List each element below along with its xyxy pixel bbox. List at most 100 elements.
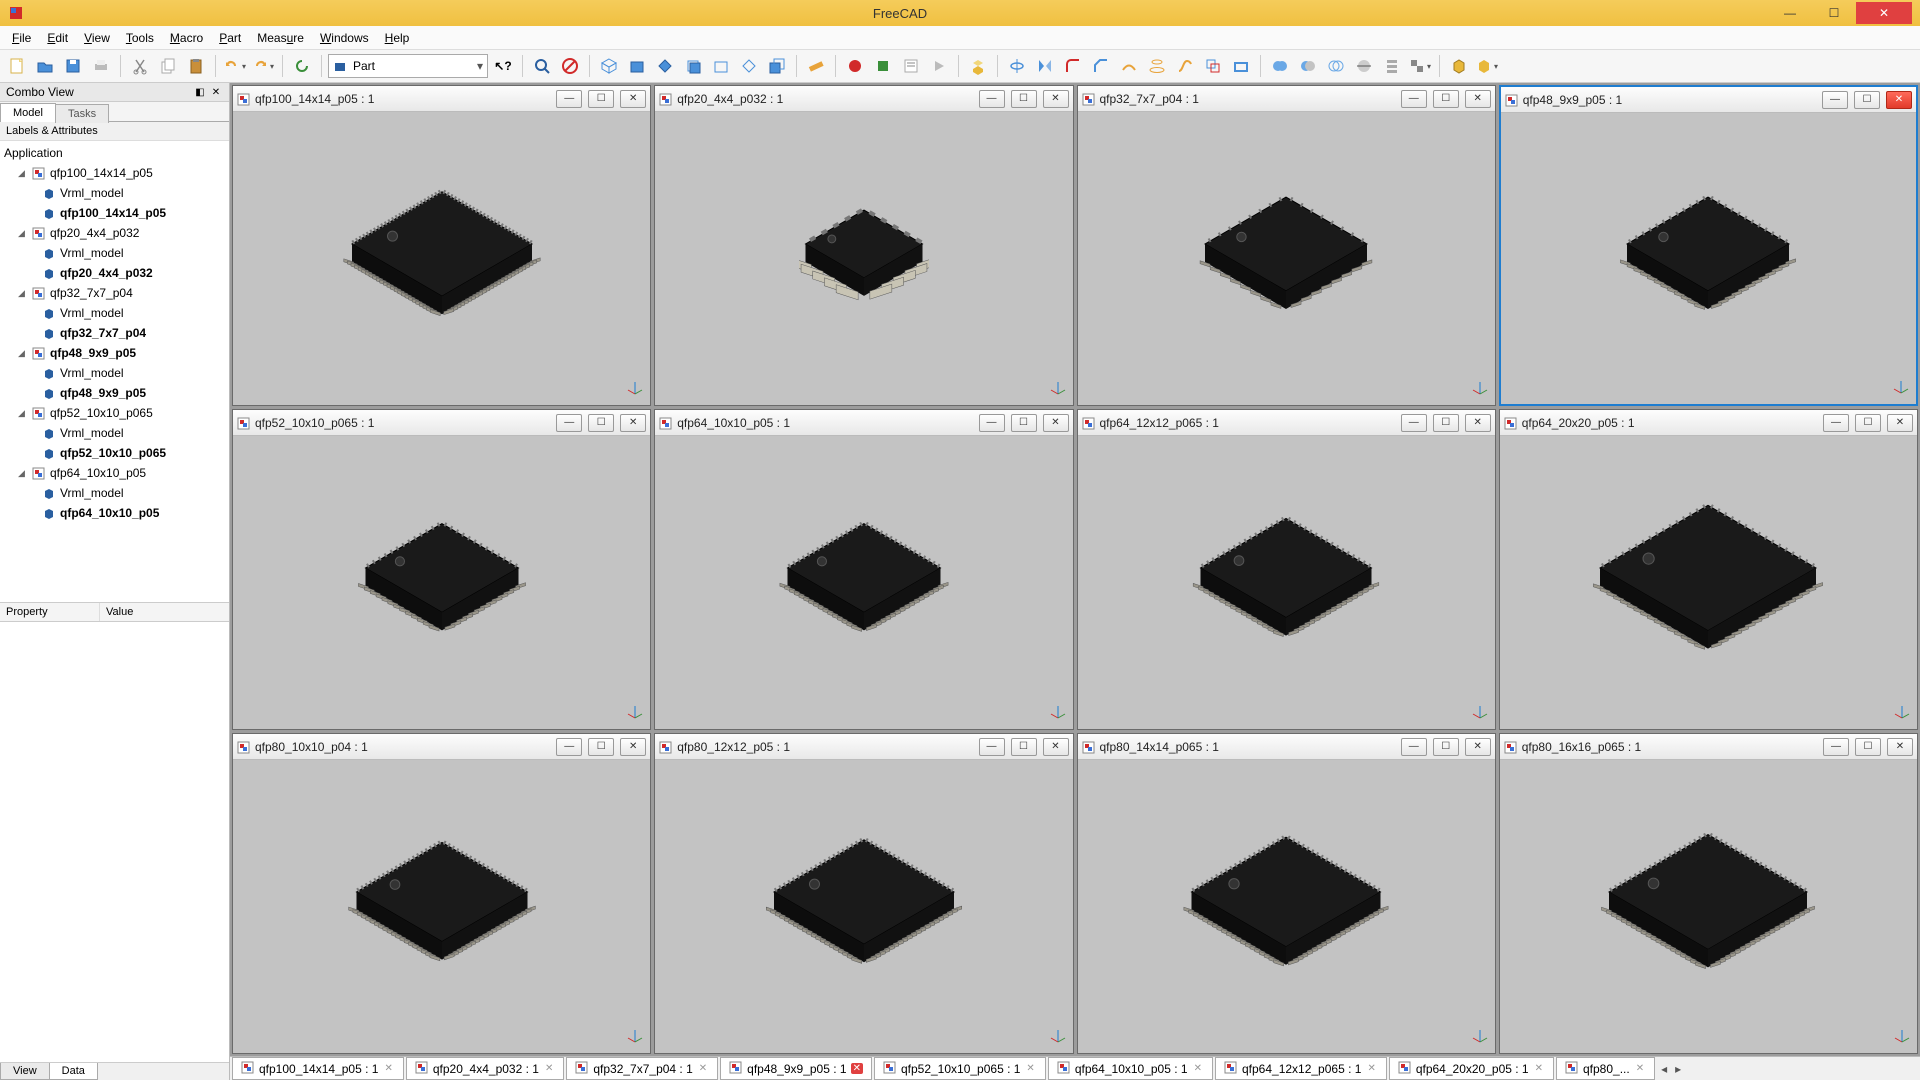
viewport-3d[interactable] [1500,760,1917,1053]
mdi-minimize-button[interactable]: — [1823,738,1849,756]
menu-measure[interactable]: Measure [249,29,312,47]
front-view-icon[interactable] [624,53,650,79]
offset-icon[interactable] [1200,53,1226,79]
mdi-titlebar[interactable]: qfp64_10x10_p05 : 1 — ☐ ✕ [655,410,1072,436]
tree-item[interactable]: Vrml_model [0,303,229,323]
mdi-close-button[interactable]: ✕ [620,738,646,756]
sweep-icon[interactable] [1172,53,1198,79]
mdi-maximize-button[interactable]: ☐ [1011,414,1037,432]
tab-close-icon[interactable]: ✕ [851,1063,863,1074]
document-tab[interactable]: qfp80_... ✕ [1556,1057,1655,1080]
mdi-minimize-button[interactable]: — [556,90,582,108]
tree-item[interactable]: qfp64_10x10_p05 [0,503,229,523]
menu-view[interactable]: View [76,29,118,47]
tree-item[interactable]: qfp100_14x14_p05 [0,203,229,223]
mdi-maximize-button[interactable]: ☐ [588,90,614,108]
tab-close-icon[interactable]: ✕ [382,1063,394,1074]
menu-tools[interactable]: Tools [118,29,162,47]
mdi-maximize-button[interactable]: ☐ [1855,738,1881,756]
tree-doc[interactable]: ◢ qfp20_4x4_p032 [0,223,229,243]
tabs-scroll-left-icon[interactable]: ◂ [1657,1062,1671,1076]
mdi-window[interactable]: qfp52_10x10_p065 : 1 — ☐ ✕ [232,409,651,730]
tree-item[interactable]: qfp52_10x10_p065 [0,443,229,463]
tree-doc[interactable]: ◢ qfp52_10x10_p065 [0,403,229,423]
mdi-window[interactable]: qfp48_9x9_p05 : 1 — ☐ ✕ [1499,85,1918,406]
mdi-window[interactable]: qfp100_14x14_p05 : 1 — ☐ ✕ [232,85,651,406]
tree-item[interactable]: Vrml_model [0,423,229,443]
tree-item[interactable]: qfp32_7x7_p04 [0,323,229,343]
mdi-titlebar[interactable]: qfp80_16x16_p065 : 1 — ☐ ✕ [1500,734,1917,760]
menu-edit[interactable]: Edit [39,29,76,47]
mdi-titlebar[interactable]: qfp80_10x10_p04 : 1 — ☐ ✕ [233,734,650,760]
tree-doc[interactable]: ◢ qfp64_10x10_p05 [0,463,229,483]
mdi-window[interactable]: qfp64_12x12_p065 : 1 — ☐ ✕ [1077,409,1496,730]
viewport-3d[interactable] [233,436,650,729]
viewport-3d[interactable] [655,436,1072,729]
mdi-minimize-button[interactable]: — [1401,90,1427,108]
section-icon[interactable] [1351,53,1377,79]
tree-toggle-icon[interactable]: ◢ [18,288,30,299]
tree-toggle-icon[interactable]: ◢ [18,168,30,179]
boolean-union-icon[interactable] [1267,53,1293,79]
menu-help[interactable]: Help [377,29,418,47]
tab-close-icon[interactable]: ✕ [1634,1063,1646,1074]
mdi-titlebar[interactable]: qfp80_14x14_p065 : 1 — ☐ ✕ [1078,734,1495,760]
tree-toggle-icon[interactable]: ◢ [18,468,30,479]
tab-close-icon[interactable]: ✕ [1192,1063,1204,1074]
viewport-3d[interactable] [1500,436,1917,729]
mdi-close-button[interactable]: ✕ [1043,738,1069,756]
no-entry-icon[interactable] [557,53,583,79]
tab-close-icon[interactable]: ✕ [543,1063,555,1074]
tab-close-icon[interactable]: ✕ [697,1063,709,1074]
tab-model[interactable]: Model [0,103,56,122]
fillet-icon[interactable] [1060,53,1086,79]
mdi-close-button[interactable]: ✕ [620,90,646,108]
tree-item[interactable]: Vrml_model [0,243,229,263]
tree-item[interactable]: Vrml_model [0,483,229,503]
document-tab[interactable]: qfp52_10x10_p065 : 1 ✕ [874,1057,1046,1080]
tab-view[interactable]: View [0,1063,50,1080]
iso-view-icon[interactable] [596,53,622,79]
open-icon[interactable] [32,53,58,79]
cross-sections-icon[interactable] [1379,53,1405,79]
mdi-close-button[interactable]: ✕ [620,414,646,432]
mdi-maximize-button[interactable]: ☐ [1854,91,1880,109]
mdi-titlebar[interactable]: qfp52_10x10_p065 : 1 — ☐ ✕ [233,410,650,436]
viewport-3d[interactable] [1078,436,1495,729]
minimize-button[interactable]: — [1768,2,1812,24]
panel-float-icon[interactable]: ◧ [193,85,207,99]
refresh-icon[interactable] [289,53,315,79]
tree-toggle-icon[interactable]: ◢ [18,228,30,239]
top-view-icon[interactable] [652,53,678,79]
thickness-icon[interactable] [1228,53,1254,79]
close-button[interactable]: ✕ [1856,2,1912,24]
mdi-close-button[interactable]: ✕ [1465,90,1491,108]
mdi-close-button[interactable]: ✕ [1887,414,1913,432]
whats-this-icon[interactable]: ↖? [490,53,516,79]
mdi-titlebar[interactable]: qfp20_4x4_p032 : 1 — ☐ ✕ [655,86,1072,112]
save-icon[interactable] [60,53,86,79]
chamfer-icon[interactable] [1088,53,1114,79]
mdi-titlebar[interactable]: qfp100_14x14_p05 : 1 — ☐ ✕ [233,86,650,112]
mdi-titlebar[interactable]: qfp80_12x12_p05 : 1 — ☐ ✕ [655,734,1072,760]
mdi-window[interactable]: qfp64_10x10_p05 : 1 — ☐ ✕ [654,409,1073,730]
boolean-cut-icon[interactable] [1295,53,1321,79]
viewport-3d[interactable] [655,112,1072,405]
boolean-common-icon[interactable] [1323,53,1349,79]
mdi-titlebar[interactable]: qfp64_12x12_p065 : 1 — ☐ ✕ [1078,410,1495,436]
mdi-maximize-button[interactable]: ☐ [1011,738,1037,756]
macro-list-icon[interactable] [898,53,924,79]
tab-data[interactable]: Data [49,1063,98,1080]
mdi-minimize-button[interactable]: — [556,414,582,432]
mdi-window[interactable]: qfp32_7x7_p04 : 1 — ☐ ✕ [1077,85,1496,406]
mdi-minimize-button[interactable]: — [979,414,1005,432]
document-tab[interactable]: qfp20_4x4_p032 : 1 ✕ [406,1057,565,1080]
tab-tasks[interactable]: Tasks [55,104,109,123]
mdi-window[interactable]: qfp80_12x12_p05 : 1 — ☐ ✕ [654,733,1073,1054]
macro-stop-icon[interactable] [870,53,896,79]
tab-close-icon[interactable]: ✕ [1533,1063,1545,1074]
document-tab[interactable]: qfp64_10x10_p05 : 1 ✕ [1048,1057,1213,1080]
tree-doc[interactable]: ◢ qfp100_14x14_p05 [0,163,229,183]
viewport-3d[interactable] [1501,113,1916,404]
tree-item[interactable]: qfp20_4x4_p032 [0,263,229,283]
